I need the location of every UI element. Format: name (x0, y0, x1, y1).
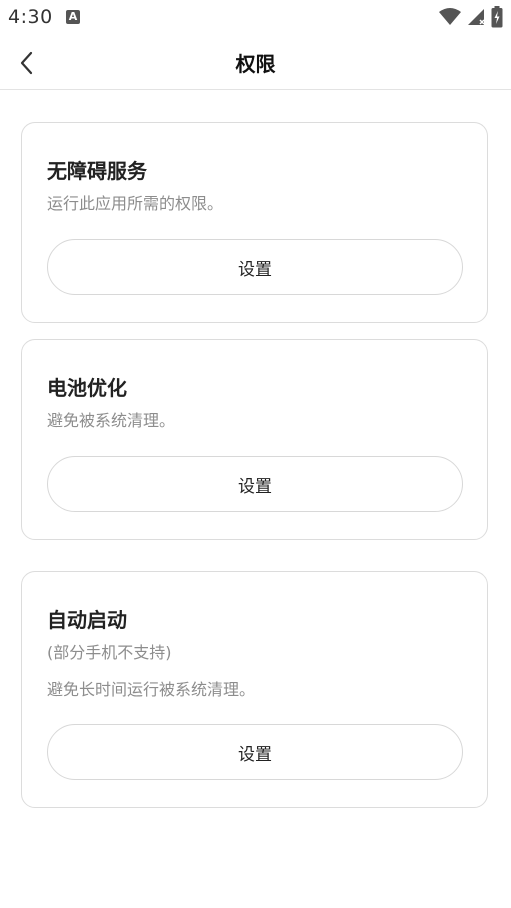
battery-optimization-card: 电池优化 避免被系统清理。 设置 (21, 339, 488, 540)
signal-icon (468, 9, 485, 25)
status-time: 4:30 (8, 6, 53, 28)
card-description: 运行此应用所需的权限。 (47, 194, 224, 213)
battery-settings-button[interactable]: 设置 (47, 456, 463, 512)
accessibility-card: 无障碍服务 运行此应用所需的权限。 设置 (21, 122, 488, 323)
status-bar: 4:30 A (0, 0, 511, 36)
notification-a-icon: A (66, 10, 80, 24)
auto-start-card: 自动启动 (部分手机不支持) 避免长时间运行被系统清理。 设置 (21, 571, 488, 808)
card-subtitle: (部分手机不支持) (47, 643, 172, 662)
auto-start-settings-button[interactable]: 设置 (47, 724, 463, 780)
card-title: 电池优化 (47, 376, 127, 400)
battery-icon (491, 6, 503, 28)
accessibility-settings-button[interactable]: 设置 (47, 239, 463, 295)
wifi-icon (439, 8, 461, 25)
card-title: 自动启动 (47, 608, 127, 632)
status-icons (439, 6, 503, 28)
app-bar: 权限 (0, 36, 511, 90)
card-description: 避免长时间运行被系统清理。 (47, 680, 256, 699)
card-title: 无障碍服务 (47, 159, 147, 183)
card-description: 避免被系统清理。 (47, 411, 176, 430)
page-title: 权限 (235, 52, 276, 76)
